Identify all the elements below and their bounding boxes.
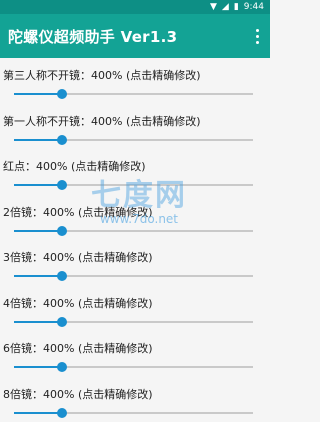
slider-thumb[interactable] [57,226,67,236]
setting-4x-scope: 4倍镜：400% (点击精确修改) [0,286,270,332]
setting-label[interactable]: 4倍镜：400% (点击精确修改) [0,296,270,312]
settings-list: 第三人称不开镜：400% (点击精确修改) 第一人称不开镜：400% (点击精确… [0,58,270,422]
signal-icon: ◢ [222,3,229,12]
status-time: 9:44 [244,2,264,12]
setting-2x-scope: 2倍镜：400% (点击精确修改) [0,195,270,241]
status-bar: ▼ ◢ ▮ 9:44 [0,0,270,14]
setting-label[interactable]: 8倍镜：400% (点击精确修改) [0,387,270,403]
setting-label[interactable]: 6倍镜：400% (点击精确修改) [0,341,270,357]
app-bar: 陀螺仪超频助手 Ver1.3 [0,14,270,58]
slider-thumb[interactable] [57,362,67,372]
slider-thumb[interactable] [57,135,67,145]
sensitivity-slider[interactable] [0,269,270,283]
slider-thumb[interactable] [57,89,67,99]
app-title: 陀螺仪超频助手 Ver1.3 [8,26,177,47]
setting-red-dot: 红点：400% (点击精确修改) [0,149,270,195]
setting-3x-scope: 3倍镜：400% (点击精确修改) [0,240,270,286]
battery-icon: ▮ [234,3,239,12]
more-vertical-icon[interactable] [250,26,264,46]
setting-third-person: 第三人称不开镜：400% (点击精确修改) [0,58,270,104]
setting-6x-scope: 6倍镜：400% (点击精确修改) [0,331,270,377]
setting-label[interactable]: 3倍镜：400% (点击精确修改) [0,250,270,266]
sensitivity-slider[interactable] [0,133,270,147]
sensitivity-slider[interactable] [0,178,270,192]
setting-8x-scope: 8倍镜：400% (点击精确修改) [0,377,270,422]
slider-thumb[interactable] [57,271,67,281]
setting-label[interactable]: 红点：400% (点击精确修改) [0,159,270,175]
setting-label[interactable]: 第一人称不开镜：400% (点击精确修改) [0,114,270,130]
slider-thumb[interactable] [57,180,67,190]
sensitivity-slider[interactable] [0,87,270,101]
slider-thumb[interactable] [57,408,67,418]
sensitivity-slider[interactable] [0,315,270,329]
sensitivity-slider[interactable] [0,360,270,374]
slider-thumb[interactable] [57,317,67,327]
sensitivity-slider[interactable] [0,224,270,238]
sensitivity-slider[interactable] [0,406,270,420]
wifi-icon: ▼ [210,3,217,12]
setting-label[interactable]: 2倍镜：400% (点击精确修改) [0,205,270,221]
setting-first-person: 第一人称不开镜：400% (点击精确修改) [0,104,270,150]
setting-label[interactable]: 第三人称不开镜：400% (点击精确修改) [0,68,270,84]
